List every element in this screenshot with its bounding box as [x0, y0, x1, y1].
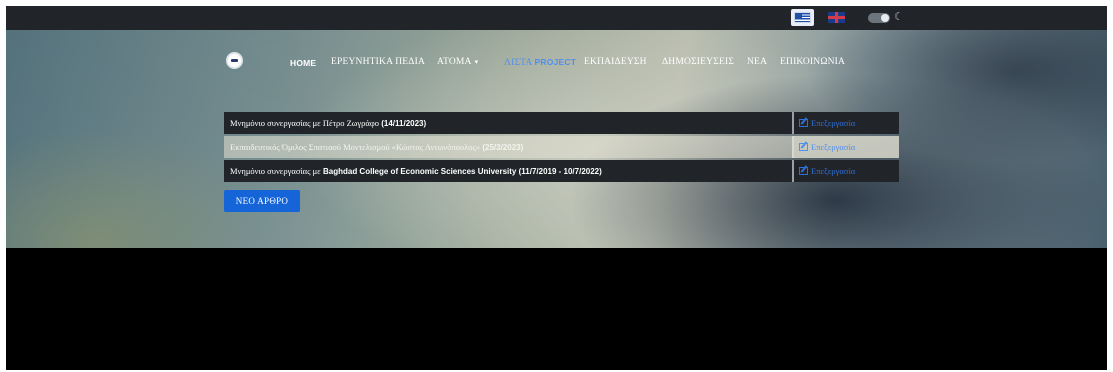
- browser-viewport: ☾ HOME ΕΡΕΥΝΗΤΙΚΑ ΠΕΔΙΑ ΑΤΟΜΑ ▾ ΛΙΣΤΑ PRO…: [6, 6, 1107, 370]
- edit-label: Επεξεργασία: [811, 118, 856, 128]
- top-bar: ☾: [6, 6, 1107, 30]
- edit-icon: [799, 119, 808, 127]
- project-title[interactable]: Εκπαιδευτικός Όμιλος Σπατιαού Μοντελισμο…: [230, 136, 796, 159]
- hero-banner: HOME ΕΡΕΥΝΗΤΙΚΑ ΠΕΔΙΑ ΑΤΟΜΑ ▾ ΛΙΣΤΑ PROJE…: [6, 30, 1107, 248]
- project-row: Μνημόνιο συνεργασίας με Πέτρο Ζωγράφο (1…: [224, 112, 899, 134]
- edit-label: Επεξεργασία: [811, 142, 856, 152]
- edit-button[interactable]: Επεξεργασία: [792, 136, 899, 158]
- nav-item-contact[interactable]: ΕΠΙΚΟΙΝΩΝΙΑ: [780, 57, 845, 71]
- project-title-text: Μνημόνιο συνεργασίας με Πέτρο Ζωγράφο: [230, 118, 380, 128]
- new-article-button[interactable]: ΝΕΟ ΑΡΘΡΟ: [224, 190, 300, 212]
- uk-flag-icon[interactable]: [828, 12, 845, 23]
- nav-item-home[interactable]: HOME: [290, 58, 316, 72]
- project-title-text: Μνημόνιο συνεργασίας με: [230, 166, 321, 176]
- edit-icon: [799, 167, 808, 175]
- nav-item-research-fields[interactable]: ΕΡΕΥΝΗΤΙΚΑ ΠΕΔΙΑ: [331, 57, 425, 71]
- edit-label: Επεξεργασία: [811, 166, 856, 176]
- project-title-text: Εκπαιδευτικός Όμιλος Σπατιαού Μοντελισμο…: [230, 142, 481, 152]
- nav-item-publications[interactable]: ΔΗΜΟΣΙΕΥΣΕΙΣ: [662, 57, 734, 71]
- edit-button[interactable]: Επεξεργασία: [792, 160, 899, 182]
- project-title[interactable]: Μνημόνιο συνεργασίας με Πέτρο Ζωγράφο (1…: [230, 112, 796, 135]
- project-date: (25/3/2023): [480, 143, 524, 152]
- greek-flag-icon[interactable]: [794, 12, 811, 23]
- site-logo[interactable]: [226, 52, 243, 69]
- nav-item-project-list[interactable]: ΛΙΣΤΑ PROJECT: [504, 57, 576, 71]
- project-date: (14/11/2023): [379, 119, 427, 128]
- nav-item-education[interactable]: ΕΚΠΑΙΔΕΥΣΗ: [584, 57, 647, 71]
- nav-item-news[interactable]: ΝΕΑ: [747, 57, 767, 71]
- nav-item-project-list-label: ΛΙΣΤΑ: [504, 58, 532, 68]
- page-footer-area: [6, 248, 1107, 370]
- edit-icon: [799, 143, 808, 151]
- nav-item-project-list-suffix: PROJECT: [534, 57, 577, 67]
- theme-toggle-switch[interactable]: [868, 13, 890, 23]
- chevron-down-icon: ▾: [474, 58, 479, 66]
- nav-item-people-label: ΑΤΟΜΑ: [437, 57, 472, 67]
- edit-button[interactable]: Επεξεργασία: [792, 112, 899, 134]
- nav-item-people[interactable]: ΑΤΟΜΑ ▾: [437, 57, 478, 71]
- moon-icon: ☾: [894, 10, 904, 23]
- project-partner-and-dates: Baghdad College of Economic Sciences Uni…: [320, 167, 602, 176]
- project-row: Μνημόνιο συνεργασίας με Baghdad College …: [224, 160, 899, 182]
- project-title[interactable]: Μνημόνιο συνεργασίας με Baghdad College …: [230, 160, 796, 183]
- project-row: Εκπαιδευτικός Όμιλος Σπατιαού Μοντελισμο…: [224, 136, 899, 158]
